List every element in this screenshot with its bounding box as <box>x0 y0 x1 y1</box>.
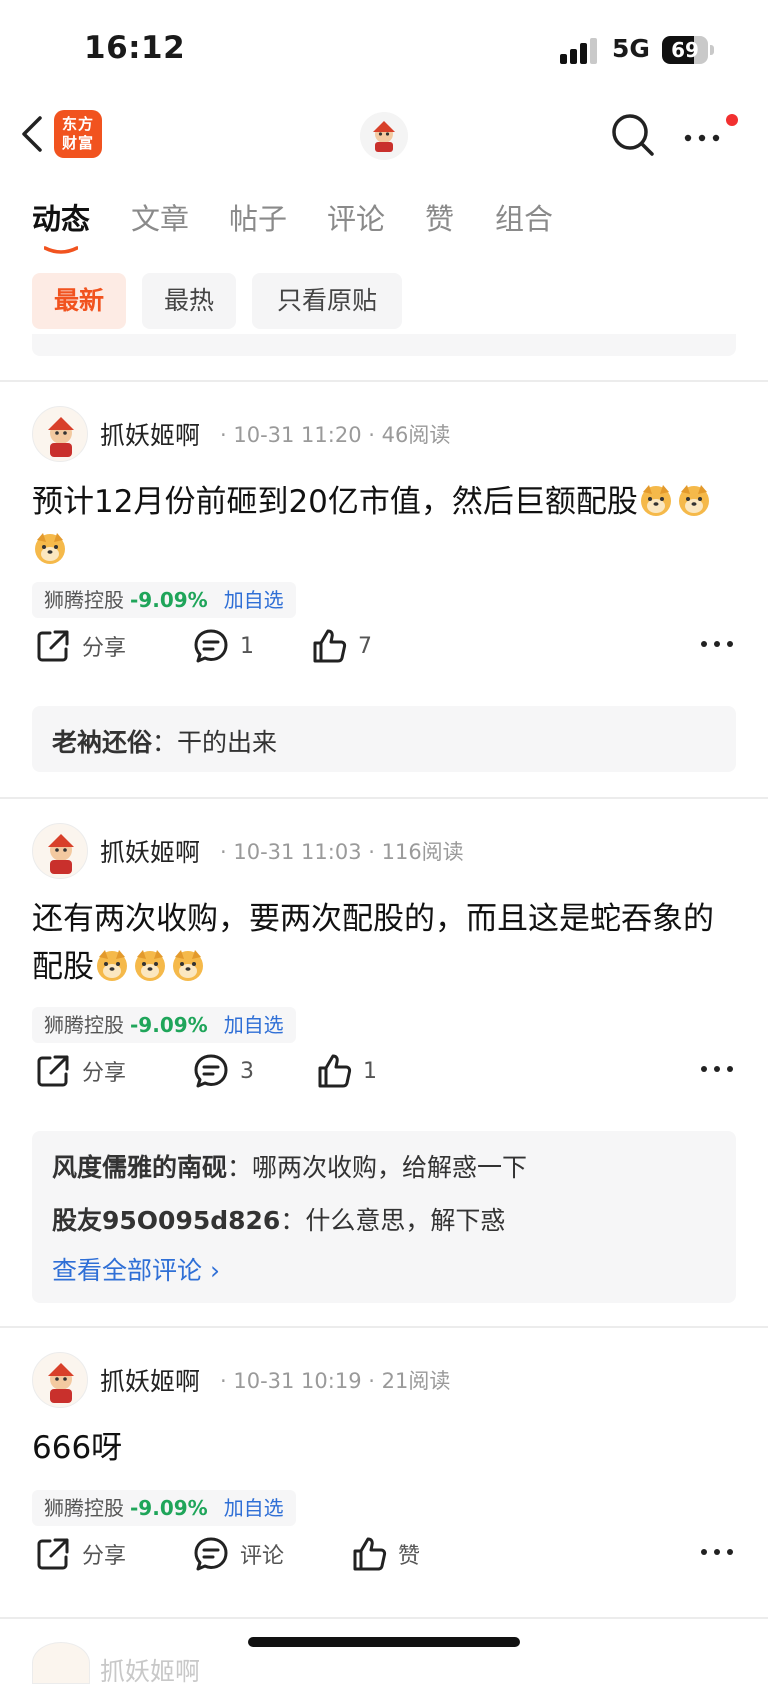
divider <box>0 1617 768 1619</box>
post-meta: · 10-31 10:19 · 21阅读 <box>220 1369 451 1393</box>
share-button[interactable]: 分享 <box>34 1051 126 1091</box>
dog-emoji-icon <box>678 485 709 516</box>
stock-tag[interactable]: 狮腾控股 -9.09% 加自选 <box>32 1490 296 1526</box>
thumbs-up-icon <box>313 629 347 663</box>
filter-original-only[interactable]: 只看原贴 <box>252 273 402 329</box>
tab-dynamic[interactable]: 动态 <box>32 196 90 238</box>
comments-preview[interactable]: 风度儒雅的南砚：哪两次收购，给解惑一下 股友95O095d826：什么意思，解下… <box>32 1131 736 1303</box>
post-more-icon[interactable] <box>700 1542 734 1562</box>
signal-icon <box>560 38 597 64</box>
post-meta: · 10-31 11:20 · 46阅读 <box>220 423 451 447</box>
comment-icon <box>194 1054 228 1088</box>
post-card[interactable]: 抓妖姬啊 · 10-31 11:20 · 46阅读 预计12月份前砸到20亿市值… <box>0 382 768 798</box>
battery-level: 69 <box>671 38 699 62</box>
post-meta: · 10-31 11:03 · 116阅读 <box>220 840 464 864</box>
dog-emoji-icon <box>135 950 165 981</box>
comment-icon <box>194 1537 228 1571</box>
post-card[interactable]: 抓妖姬啊 · 10-31 11:03 · 116阅读 还有两次收购，要两次配股的… <box>0 799 768 1325</box>
like-button[interactable]: 7 <box>310 626 372 666</box>
avatar[interactable] <box>32 1642 90 1684</box>
status-bar: 16:12 5G 69 <box>0 0 768 100</box>
avatar[interactable] <box>32 823 88 879</box>
share-icon <box>37 1055 69 1087</box>
thumbs-up-icon <box>353 1537 387 1571</box>
tab-articles[interactable]: 文章 <box>131 196 189 238</box>
add-watchlist-button[interactable]: 加自选 <box>224 588 284 612</box>
add-watchlist-button[interactable]: 加自选 <box>224 1496 284 1520</box>
dog-emoji-icon <box>173 950 203 981</box>
dog-emoji-icon <box>97 950 127 981</box>
post-card[interactable]: 抓妖姬啊 · 10-31 10:19 · 21阅读 666呀 狮腾控股 -9.09… <box>0 1328 768 1618</box>
stock-tag[interactable]: 狮腾控股 -9.09% 加自选 <box>32 582 296 618</box>
network-label: 5G <box>612 34 650 63</box>
post-actions: 分享 3 1 <box>0 1051 768 1091</box>
back-button[interactable] <box>18 114 48 154</box>
author-name[interactable]: 抓妖姬啊 <box>100 833 200 869</box>
comments-preview[interactable]: 老衲还俗：干的出来 <box>32 706 736 772</box>
comment-button[interactable]: 1 <box>192 626 254 666</box>
nav-bar: 东方 财富 <box>0 104 768 166</box>
comment-item[interactable]: 老衲还俗：干的出来 <box>52 723 277 759</box>
share-icon <box>37 630 69 662</box>
filter-latest[interactable]: 最新 <box>32 273 126 329</box>
filter-hot[interactable]: 最热 <box>142 273 236 329</box>
post-content[interactable]: 666呀 <box>32 1424 732 1472</box>
comment-button[interactable]: 评论 <box>192 1534 284 1574</box>
comment-item[interactable]: 股友95O095d826：什么意思，解下惑 <box>52 1201 505 1237</box>
share-icon <box>37 1538 69 1570</box>
stock-tag[interactable]: 狮腾控股 -9.09% 加自选 <box>32 1007 296 1043</box>
comment-item[interactable]: 风度儒雅的南砚：哪两次收购，给解惑一下 <box>52 1148 527 1184</box>
post-actions: 分享 1 7 <box>0 626 768 666</box>
post-content[interactable]: 预计12月份前砸到20亿市值，然后巨额配股 <box>32 478 732 574</box>
post-more-icon[interactable] <box>700 1059 734 1079</box>
previous-card-edge <box>32 334 736 356</box>
battery-icon: 69 <box>662 36 714 64</box>
post-more-icon[interactable] <box>700 634 734 654</box>
author-name[interactable]: 抓妖姬啊 <box>100 1362 200 1398</box>
comment-button[interactable]: 3 <box>192 1051 254 1091</box>
tab-active-indicator <box>44 246 78 254</box>
search-icon[interactable] <box>610 112 656 158</box>
dog-emoji-icon <box>640 485 671 516</box>
stock-change: -9.09% <box>130 1496 208 1520</box>
stock-name[interactable]: 狮腾控股 <box>44 588 124 612</box>
post-content[interactable]: 还有两次收购，要两次配股的，而且这是蛇吞象的配股 <box>32 895 732 991</box>
app-logo[interactable]: 东方 财富 <box>54 110 102 158</box>
tab-likes[interactable]: 赞 <box>425 196 454 238</box>
thumbs-up-icon <box>318 1054 352 1088</box>
stock-change: -9.09% <box>130 1013 208 1037</box>
post-actions: 分享 评论 赞 <box>0 1534 768 1574</box>
profile-tabs: 动态 文章 帖子 评论 赞 组合 <box>0 196 768 252</box>
share-button[interactable]: 分享 <box>34 626 126 666</box>
tab-portfolio[interactable]: 组合 <box>495 196 553 238</box>
stock-change: -9.09% <box>130 588 208 612</box>
like-button[interactable]: 1 <box>315 1051 377 1091</box>
comment-icon <box>194 629 228 663</box>
like-button[interactable]: 赞 <box>350 1534 420 1574</box>
add-watchlist-button[interactable]: 加自选 <box>224 1013 284 1037</box>
tab-posts[interactable]: 帖子 <box>229 196 287 238</box>
view-all-comments-link[interactable]: 查看全部评论 › <box>52 1251 220 1287</box>
notification-dot <box>726 114 738 126</box>
more-icon[interactable] <box>682 118 726 152</box>
home-indicator[interactable] <box>248 1637 520 1647</box>
status-time: 16:12 <box>84 30 186 66</box>
share-button[interactable]: 分享 <box>34 1534 126 1574</box>
avatar[interactable] <box>32 406 88 462</box>
avatar[interactable] <box>32 1352 88 1408</box>
stock-name[interactable]: 狮腾控股 <box>44 1496 124 1520</box>
dog-emoji-icon <box>35 533 65 564</box>
author-name[interactable]: 抓妖姬啊 <box>100 1652 200 1688</box>
avatar[interactable] <box>360 112 408 160</box>
stock-name[interactable]: 狮腾控股 <box>44 1013 124 1037</box>
tab-comments[interactable]: 评论 <box>327 196 385 238</box>
author-name[interactable]: 抓妖姬啊 <box>100 416 200 452</box>
